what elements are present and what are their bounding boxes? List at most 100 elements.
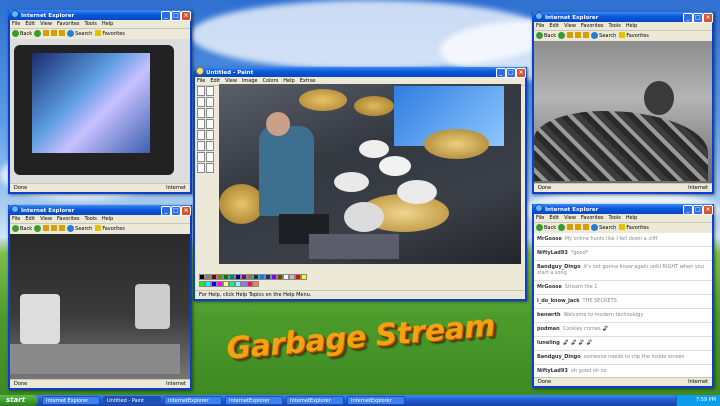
menu-edit[interactable]: Edit: [25, 216, 35, 222]
search-icon[interactable]: [591, 32, 599, 39]
pencil-tool-icon[interactable]: [197, 119, 205, 129]
line-tool-icon[interactable]: [197, 141, 205, 151]
menu-help[interactable]: Help: [102, 21, 113, 27]
ellipse-tool-icon[interactable]: [197, 163, 205, 173]
home-icon[interactable]: [583, 32, 590, 38]
menu-file[interactable]: File: [536, 23, 544, 29]
paint-window[interactable]: Untitled - Paint _ □ × File Edit View Image Co…: [193, 67, 527, 301]
back-button[interactable]: Back: [544, 33, 556, 39]
chat-username[interactable]: Bandguy_Dingo: [537, 354, 581, 360]
menu-edit[interactable]: Edit: [549, 215, 559, 221]
chat-username[interactable]: luneling: [537, 340, 560, 346]
star-icon[interactable]: [95, 30, 102, 36]
minimize-button[interactable]: _: [683, 13, 693, 23]
back-button[interactable]: Back: [544, 225, 556, 231]
polygon-tool-icon[interactable]: [206, 152, 214, 162]
close-button[interactable]: ×: [703, 13, 713, 23]
menu-favorites[interactable]: Favorites: [581, 23, 604, 29]
forward-arrow-icon[interactable]: [558, 32, 566, 39]
refresh-icon[interactable]: [51, 30, 58, 36]
free-select-tool-icon[interactable]: [206, 86, 214, 96]
minimize-button[interactable]: _: [161, 11, 171, 21]
maximize-button[interactable]: □: [171, 11, 181, 21]
airbrush-tool-icon[interactable]: [197, 130, 205, 140]
menu-tools[interactable]: Tools: [85, 21, 97, 27]
star-icon[interactable]: [619, 224, 626, 230]
menu-tools[interactable]: Tools: [85, 216, 97, 222]
search-button[interactable]: Search: [75, 31, 92, 37]
menu-edit[interactable]: Edit: [25, 21, 35, 27]
search-icon[interactable]: [591, 224, 599, 231]
magnifier-tool-icon[interactable]: [206, 108, 214, 118]
home-icon[interactable]: [583, 224, 590, 230]
brush-tool-icon[interactable]: [206, 119, 214, 129]
stop-icon[interactable]: [43, 30, 50, 36]
search-button[interactable]: Search: [599, 225, 616, 231]
menu-tools[interactable]: Tools: [609, 23, 621, 29]
menu-favorites[interactable]: Favorites: [57, 21, 80, 27]
taskbar-button[interactable]: InternetExplorer: [225, 396, 283, 405]
menu-favorites[interactable]: Favorites: [581, 215, 604, 221]
curve-tool-icon[interactable]: [206, 141, 214, 151]
chat-username[interactable]: MrGoose: [537, 236, 562, 242]
color-swatch[interactable]: [253, 281, 259, 287]
menu-tools[interactable]: Tools: [609, 215, 621, 221]
title-bar[interactable]: Internet Explorer _ □ ×: [532, 204, 714, 215]
title-bar[interactable]: Internet Explorer _ □ ×: [8, 205, 192, 216]
menu-help[interactable]: Help: [102, 216, 113, 222]
eraser-tool-icon[interactable]: [197, 97, 205, 107]
taskbar-button[interactable]: InternetExplorer: [164, 396, 222, 405]
minimize-button[interactable]: _: [161, 206, 171, 216]
rectangle-tool-icon[interactable]: [197, 152, 205, 162]
search-button[interactable]: Search: [599, 33, 616, 39]
stop-icon[interactable]: [43, 225, 50, 231]
fill-tool-icon[interactable]: [206, 97, 214, 107]
refresh-icon[interactable]: [575, 32, 582, 38]
maximize-button[interactable]: □: [171, 206, 181, 216]
favorites-button[interactable]: Favorites: [102, 31, 125, 37]
title-bar[interactable]: Internet Explorer _ □ ×: [532, 12, 714, 23]
back-arrow-icon[interactable]: [12, 225, 19, 232]
stop-icon[interactable]: [567, 224, 574, 230]
chat-username[interactable]: NiftyLad93: [537, 368, 568, 374]
menu-file[interactable]: File: [12, 216, 20, 222]
forward-arrow-icon[interactable]: [558, 224, 566, 231]
refresh-icon[interactable]: [51, 225, 58, 231]
back-button[interactable]: Back: [20, 31, 32, 37]
close-button[interactable]: ×: [703, 205, 713, 215]
title-bar[interactable]: Internet Explorer _ □ ×: [8, 10, 192, 21]
close-button[interactable]: ×: [516, 68, 526, 78]
menu-help[interactable]: Help: [626, 23, 637, 29]
menu-view[interactable]: View: [564, 215, 576, 221]
favorites-button[interactable]: Favorites: [626, 225, 649, 231]
home-icon[interactable]: [59, 30, 66, 36]
menu-view[interactable]: View: [564, 23, 576, 29]
back-arrow-icon[interactable]: [12, 30, 19, 37]
home-icon[interactable]: [59, 225, 66, 231]
back-button[interactable]: Back: [20, 226, 32, 232]
close-button[interactable]: ×: [181, 206, 191, 216]
maximize-button[interactable]: □: [506, 68, 516, 78]
menu-file[interactable]: File: [12, 21, 20, 27]
star-icon[interactable]: [95, 225, 102, 231]
star-icon[interactable]: [619, 32, 626, 38]
favorites-button[interactable]: Favorites: [626, 33, 649, 39]
color-palette[interactable]: [199, 274, 309, 288]
back-arrow-icon[interactable]: [536, 224, 543, 231]
menu-file[interactable]: File: [536, 215, 544, 221]
menu-edit[interactable]: Edit: [549, 23, 559, 29]
start-button[interactable]: start: [0, 395, 38, 406]
search-icon[interactable]: [67, 225, 75, 232]
menu-view[interactable]: View: [40, 21, 52, 27]
chat-username[interactable]: benwrth: [537, 312, 561, 318]
forward-arrow-icon[interactable]: [34, 225, 42, 232]
taskbar-button[interactable]: InternetExplorer: [347, 396, 405, 405]
menu-file[interactable]: File: [197, 78, 205, 84]
color-swatch[interactable]: [301, 274, 307, 280]
menu-favorites[interactable]: Favorites: [57, 216, 80, 222]
search-button[interactable]: Search: [75, 226, 92, 232]
select-tool-icon[interactable]: [197, 86, 205, 96]
search-icon[interactable]: [67, 30, 75, 37]
close-button[interactable]: ×: [181, 11, 191, 21]
rounded-rect-tool-icon[interactable]: [206, 163, 214, 173]
